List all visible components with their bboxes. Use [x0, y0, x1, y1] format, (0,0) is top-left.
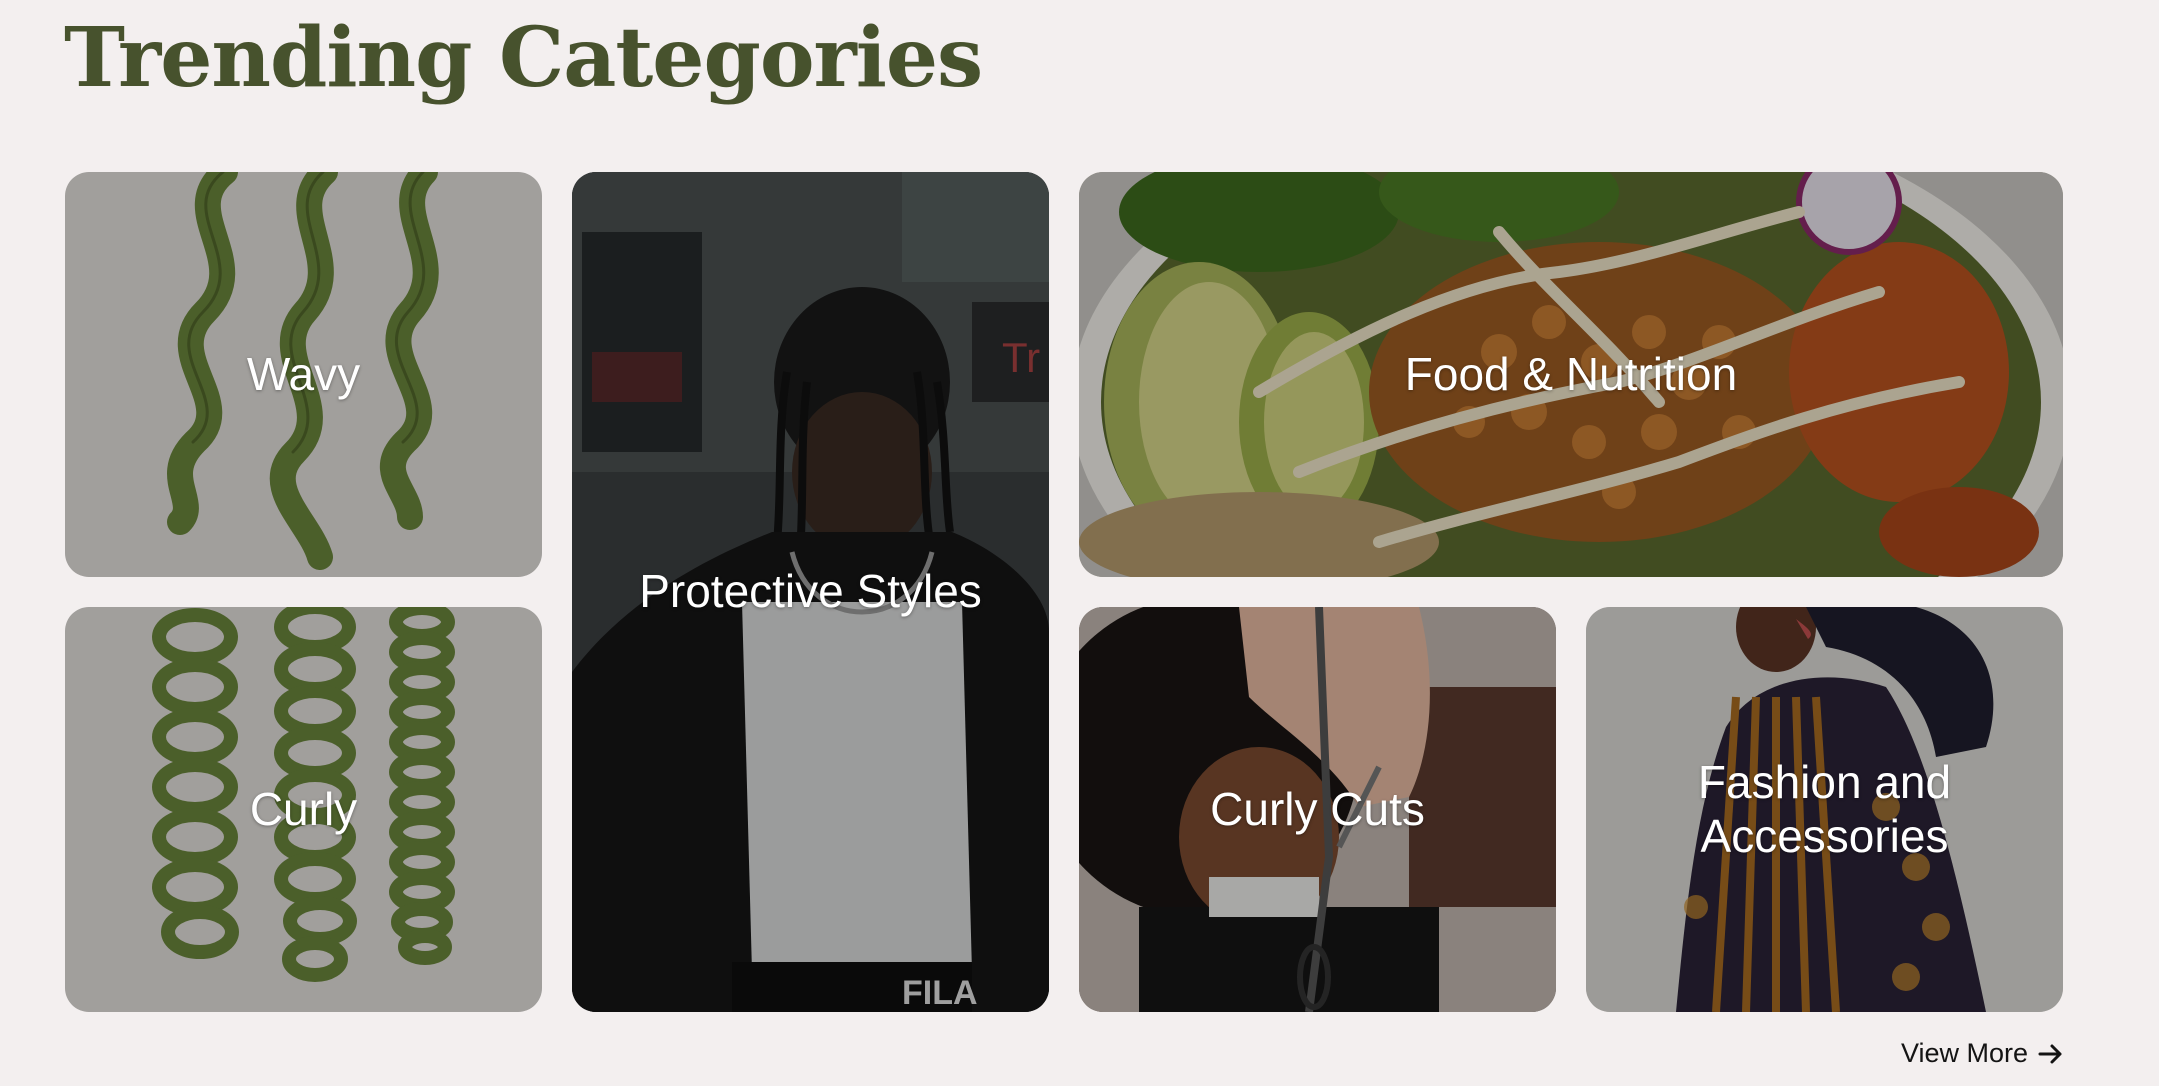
- category-tile-wavy[interactable]: Wavy: [65, 172, 542, 577]
- category-label-curly: Curly: [249, 782, 358, 835]
- page-title: Trending Categories: [64, 10, 983, 106]
- category-label-wavy: Wavy: [246, 347, 361, 400]
- category-label-protective-styles: Protective Styles: [639, 565, 982, 618]
- category-tile-food-nutrition[interactable]: Food & Nutrition: [1079, 172, 2063, 577]
- view-more-link[interactable]: View More: [1901, 1038, 2064, 1069]
- category-label-curly-cuts: Curly Cuts: [1210, 782, 1425, 835]
- arrow-right-icon: [2038, 1044, 2062, 1063]
- category-tile-curly-cuts[interactable]: Curly Cuts: [1079, 607, 1556, 1012]
- category-label-food-nutrition: Food & Nutrition: [1404, 347, 1738, 400]
- category-tile-curly[interactable]: Curly: [65, 607, 542, 1012]
- category-label-fashion-accessories: Fashion and Accessories: [1697, 755, 1952, 862]
- category-tile-fashion-accessories[interactable]: Fashion and Accessories: [1586, 607, 2063, 1012]
- view-more-label: View More: [1900, 1038, 2028, 1068]
- category-tile-protective-styles[interactable]: Tr FILA Protective Styles: [572, 172, 1049, 1012]
